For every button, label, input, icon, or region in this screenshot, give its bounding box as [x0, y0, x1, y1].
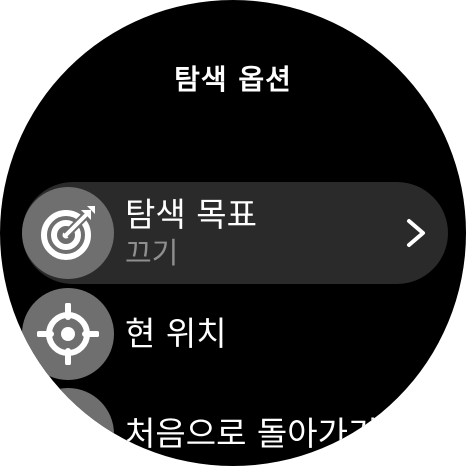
screen-title: 탐색 옵션 — [174, 63, 292, 96]
menu-item-navigation-target[interactable]: 탐색 목표 끄기 — [22, 182, 448, 284]
menu-item-text: 처음으로 돌아가기 — [125, 383, 378, 466]
return-icon — [41, 413, 88, 453]
watch-screen: 탐색 옵션 탐색 목표 끄기 현 위치 처음으로 돌아가기 — [0, 0, 466, 466]
menu-item-return-to-start[interactable]: 처음으로 돌아가기 — [22, 383, 448, 466]
chevron-right-icon — [407, 219, 425, 247]
target-icon-circle — [22, 187, 114, 279]
menu-item-label: 현 위치 — [125, 314, 227, 353]
menu-item-label: 탐색 목표 — [125, 195, 257, 234]
target-icon — [41, 206, 95, 260]
menu-item-current-location[interactable]: 현 위치 — [22, 283, 448, 385]
return-icon-circle — [22, 388, 114, 466]
menu-item-label: 처음으로 돌아가기 — [125, 414, 379, 453]
crosshair-icon-circle — [22, 288, 114, 380]
menu-item-text: 탐색 목표 끄기 — [125, 182, 257, 284]
menu-item-text: 현 위치 — [125, 283, 227, 385]
crosshair-icon — [37, 303, 99, 365]
menu-item-value: 끄기 — [125, 236, 179, 270]
